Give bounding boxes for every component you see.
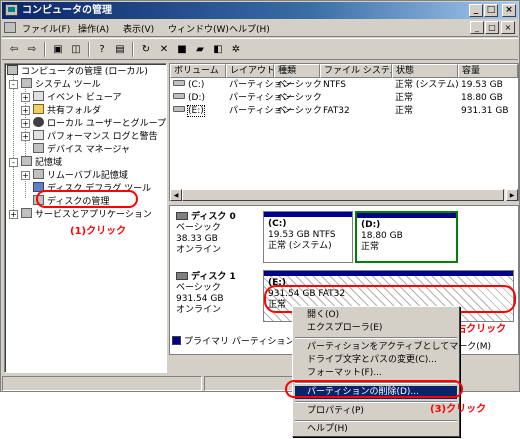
- partition-c[interactable]: (C:) 19.53 GB NTFS 正常 (システム): [263, 211, 353, 263]
- minimize-button[interactable]: _: [469, 4, 483, 17]
- device-manager-icon: [33, 143, 44, 153]
- removable-storage-icon: [33, 169, 44, 179]
- volume-row[interactable]: (C:) パーティション ベーシック NTFS 正常 (システム) 19.53 …: [170, 79, 518, 92]
- tree-local-users[interactable]: ローカル ユーザーとグループ: [33, 117, 166, 130]
- expand-perf-logs[interactable]: +: [21, 132, 30, 141]
- tree-shared-folders[interactable]: 共有フォルダ: [33, 104, 101, 117]
- help-icon[interactable]: ?: [94, 42, 110, 57]
- menu-window[interactable]: ウィンドウ(W): [168, 22, 229, 35]
- storage-icon: [21, 156, 32, 166]
- partition-d[interactable]: (D:) 18.80 GB 正常: [355, 211, 458, 263]
- collapse-system-tools[interactable]: -: [9, 80, 18, 89]
- disk1-label[interactable]: ディスク 1 ベーシック 931.54 GB オンライン: [176, 272, 236, 316]
- properties-icon[interactable]: ▤: [112, 42, 128, 57]
- annotation-step1: (1)クリック: [70, 226, 127, 237]
- window-title: コンピュータの管理: [22, 5, 112, 16]
- services-icon: [21, 208, 32, 218]
- child-restore-button[interactable]: □: [485, 21, 499, 34]
- forward-arrow-icon[interactable]: ⇨: [24, 42, 40, 57]
- back-arrow-icon[interactable]: ⇦: [6, 42, 22, 57]
- volume-row[interactable]: (D:) パーティション ベーシック 正常 18.80 GB: [170, 92, 518, 105]
- scroll-right-button[interactable]: ▶: [506, 189, 518, 201]
- collapse-storage[interactable]: -: [9, 158, 18, 167]
- col-layout[interactable]: レイアウト: [226, 64, 274, 78]
- menu-view[interactable]: 表示(V): [123, 22, 154, 35]
- menu-bar: ファイル(F) 操作(A) 表示(V) ウィンドウ(W) ヘルプ(H) _ □ …: [2, 19, 518, 37]
- shared-folder-icon: [33, 104, 44, 114]
- hard-disk-icon: [176, 272, 188, 280]
- expand-local-users[interactable]: +: [21, 119, 30, 128]
- computer-icon: [7, 65, 18, 75]
- col-type[interactable]: 種類: [274, 64, 320, 78]
- show-tree-icon[interactable]: ◫: [68, 42, 84, 57]
- folder-icon[interactable]: ▰: [192, 42, 208, 57]
- expand-services[interactable]: +: [9, 210, 18, 219]
- expand-removable[interactable]: +: [21, 171, 30, 180]
- child-minimize-button[interactable]: _: [470, 21, 484, 34]
- tree-device-manager[interactable]: デバイス マネージャ: [33, 143, 130, 156]
- toolbar: ⇦ ⇨ ▣ ◫ ? ▤ ↻ ✕ ■ ▰ ◧ ✲: [2, 38, 518, 60]
- drive-icon: [173, 80, 185, 86]
- expand-event-viewer[interactable]: +: [21, 93, 30, 102]
- annotation-step3: (3)クリック: [430, 404, 487, 415]
- tree-system-tools[interactable]: システム ツール: [21, 78, 101, 91]
- child-close-button[interactable]: ×: [501, 21, 515, 34]
- drive-icon: [173, 93, 185, 99]
- col-volume[interactable]: ボリューム: [170, 64, 226, 78]
- menu-help-item[interactable]: ヘルプ(H): [295, 423, 457, 436]
- performance-icon: [33, 130, 44, 140]
- menu-help[interactable]: ヘルプ(H): [229, 22, 270, 35]
- col-filesystem[interactable]: ファイル システム: [320, 64, 392, 78]
- highlight-disk-management: [36, 190, 138, 208]
- menu-action[interactable]: 操作(A): [78, 22, 109, 35]
- tree-storage[interactable]: 記憶域: [21, 156, 62, 169]
- maximize-button[interactable]: □: [484, 4, 498, 17]
- console-tree[interactable]: コンピュータの管理 (ローカル) - システム ツール + イベント ビューア …: [4, 63, 167, 373]
- tree-perf-logs[interactable]: パフォーマンス ログと警告: [33, 130, 158, 143]
- menu-mark-active[interactable]: パーティションをアクティブとしてマーク(M): [295, 341, 491, 354]
- menu-format[interactable]: フォーマット(F)...: [295, 367, 457, 380]
- primary-partition-swatch: [172, 336, 181, 345]
- menu-change-drive-letter[interactable]: ドライブ文字とパスの変更(C)...: [295, 354, 457, 367]
- settings-icon[interactable]: ✲: [228, 42, 244, 57]
- tools-icon: [21, 78, 32, 88]
- hard-disk-icon: [176, 212, 188, 220]
- refresh-icon[interactable]: ↻: [138, 42, 154, 57]
- tree-root[interactable]: コンピュータの管理 (ローカル): [7, 65, 148, 78]
- highlight-delete-partition: [285, 380, 463, 398]
- menu-explore[interactable]: エクスプローラ(E): [295, 322, 457, 335]
- up-folder-icon[interactable]: ▣: [50, 42, 66, 57]
- volume-list[interactable]: ボリューム レイアウト 種類 ファイル システム 状態 容量 (C:) パーティ…: [169, 63, 519, 201]
- close-button[interactable]: ×: [502, 4, 516, 17]
- volume-row[interactable]: (E:) パーティション ベーシック FAT32 正常 931.31 GB: [170, 105, 518, 118]
- delete-icon[interactable]: ✕: [156, 42, 172, 57]
- tree-event-viewer[interactable]: イベント ビューア: [33, 91, 122, 104]
- tree-removable-storage[interactable]: リムーバブル記憶域: [33, 169, 128, 182]
- event-viewer-icon: [33, 91, 44, 101]
- menu-open[interactable]: 開く(O): [295, 309, 457, 322]
- title-bar: コンピュータの管理 _ □ ×: [2, 2, 518, 19]
- tree-services-apps[interactable]: サービスとアプリケーション: [21, 208, 152, 221]
- scroll-left-button[interactable]: ◀: [170, 189, 182, 201]
- menu-file[interactable]: ファイル(F): [22, 22, 70, 35]
- context-menu: 開く(O) エクスプローラ(E) パーティションをアクティブとしてマーク(M) …: [292, 306, 491, 437]
- drive-icon: [173, 106, 185, 112]
- computer-management-icon: [5, 4, 18, 16]
- users-icon: [33, 117, 44, 127]
- open-icon[interactable]: ■: [174, 42, 190, 57]
- disk0-label[interactable]: ディスク 0 ベーシック 38.33 GB オンライン: [176, 212, 236, 256]
- col-status[interactable]: 状態: [392, 64, 458, 78]
- scroll-thumb[interactable]: [182, 189, 504, 201]
- col-capacity[interactable]: 容量: [458, 64, 518, 78]
- drive-icon[interactable]: ◧: [210, 42, 226, 57]
- horizontal-scrollbar[interactable]: ◀ ▶: [170, 189, 518, 201]
- expand-shared-folders[interactable]: +: [21, 106, 30, 115]
- system-menu-icon[interactable]: [4, 22, 16, 33]
